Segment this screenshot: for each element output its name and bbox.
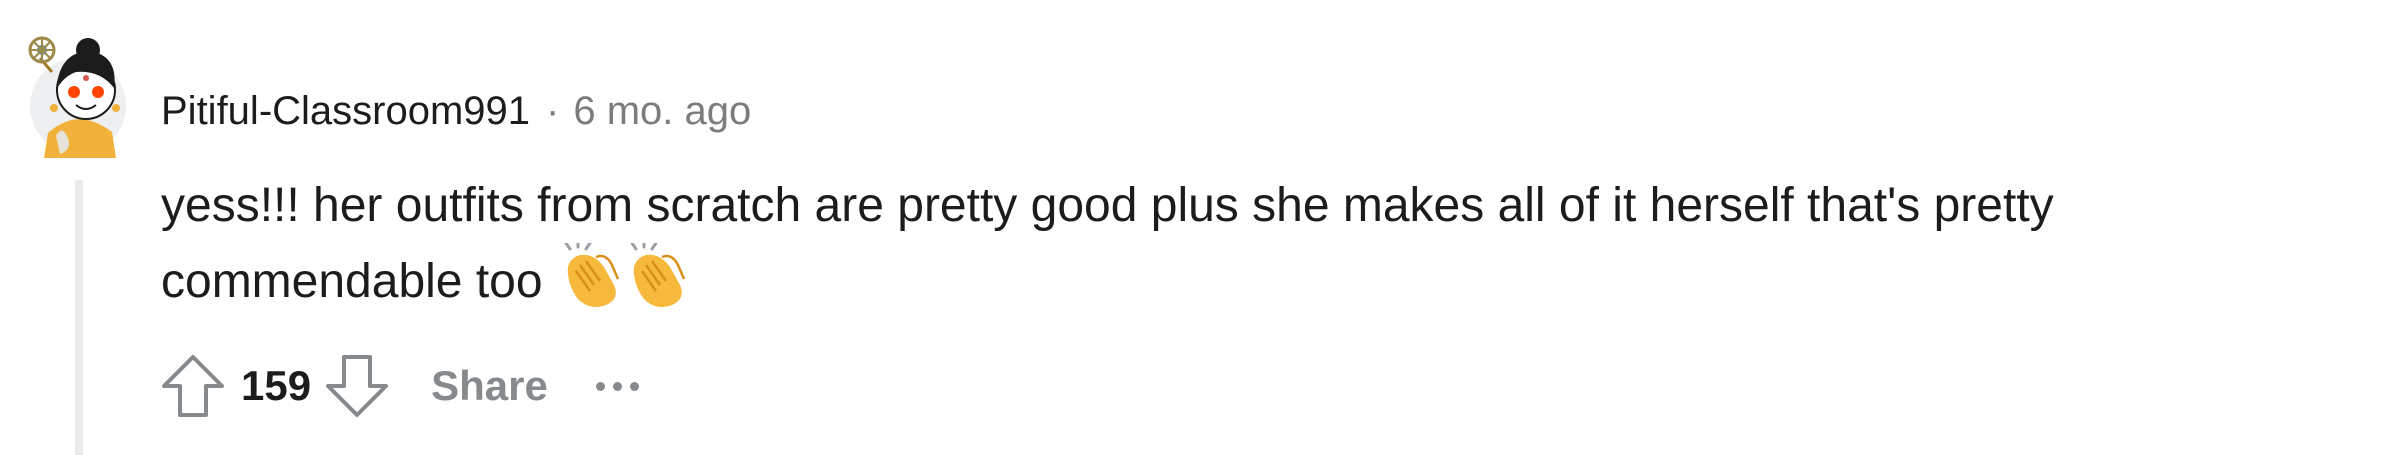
comment: Pitiful-Classroom991 · 6 mo. ago yess!!!… [0,0,2400,455]
more-dot [629,381,639,391]
snoo-avatar-icon[interactable] [26,28,136,158]
comment-actions: 159 Share [157,350,639,422]
clapping-hands-icon [560,239,622,331]
downvote-arrow-icon [326,355,389,417]
upvote-arrow-icon [162,355,224,417]
timestamp[interactable]: 6 mo. ago [573,89,751,134]
more-dot [612,381,622,391]
comment-body: yess!!! her outfits from scratch are pre… [161,168,2361,331]
share-button[interactable]: Share [431,362,548,410]
more-dot [595,381,605,391]
upvote-button[interactable] [157,350,229,422]
vote-score: 159 [241,362,312,409]
clapping-hands-icon [626,239,688,331]
username-link[interactable]: Pitiful-Classroom991 [161,89,530,134]
more-options-icon[interactable] [595,366,639,406]
downvote-button[interactable] [321,350,393,422]
comment-text: yess!!! her outfits from scratch are pre… [161,179,2054,308]
thread-line[interactable] [75,180,83,455]
comment-header: Pitiful-Classroom991 · 6 mo. ago [161,82,751,140]
separator-dot: · [546,88,560,133]
